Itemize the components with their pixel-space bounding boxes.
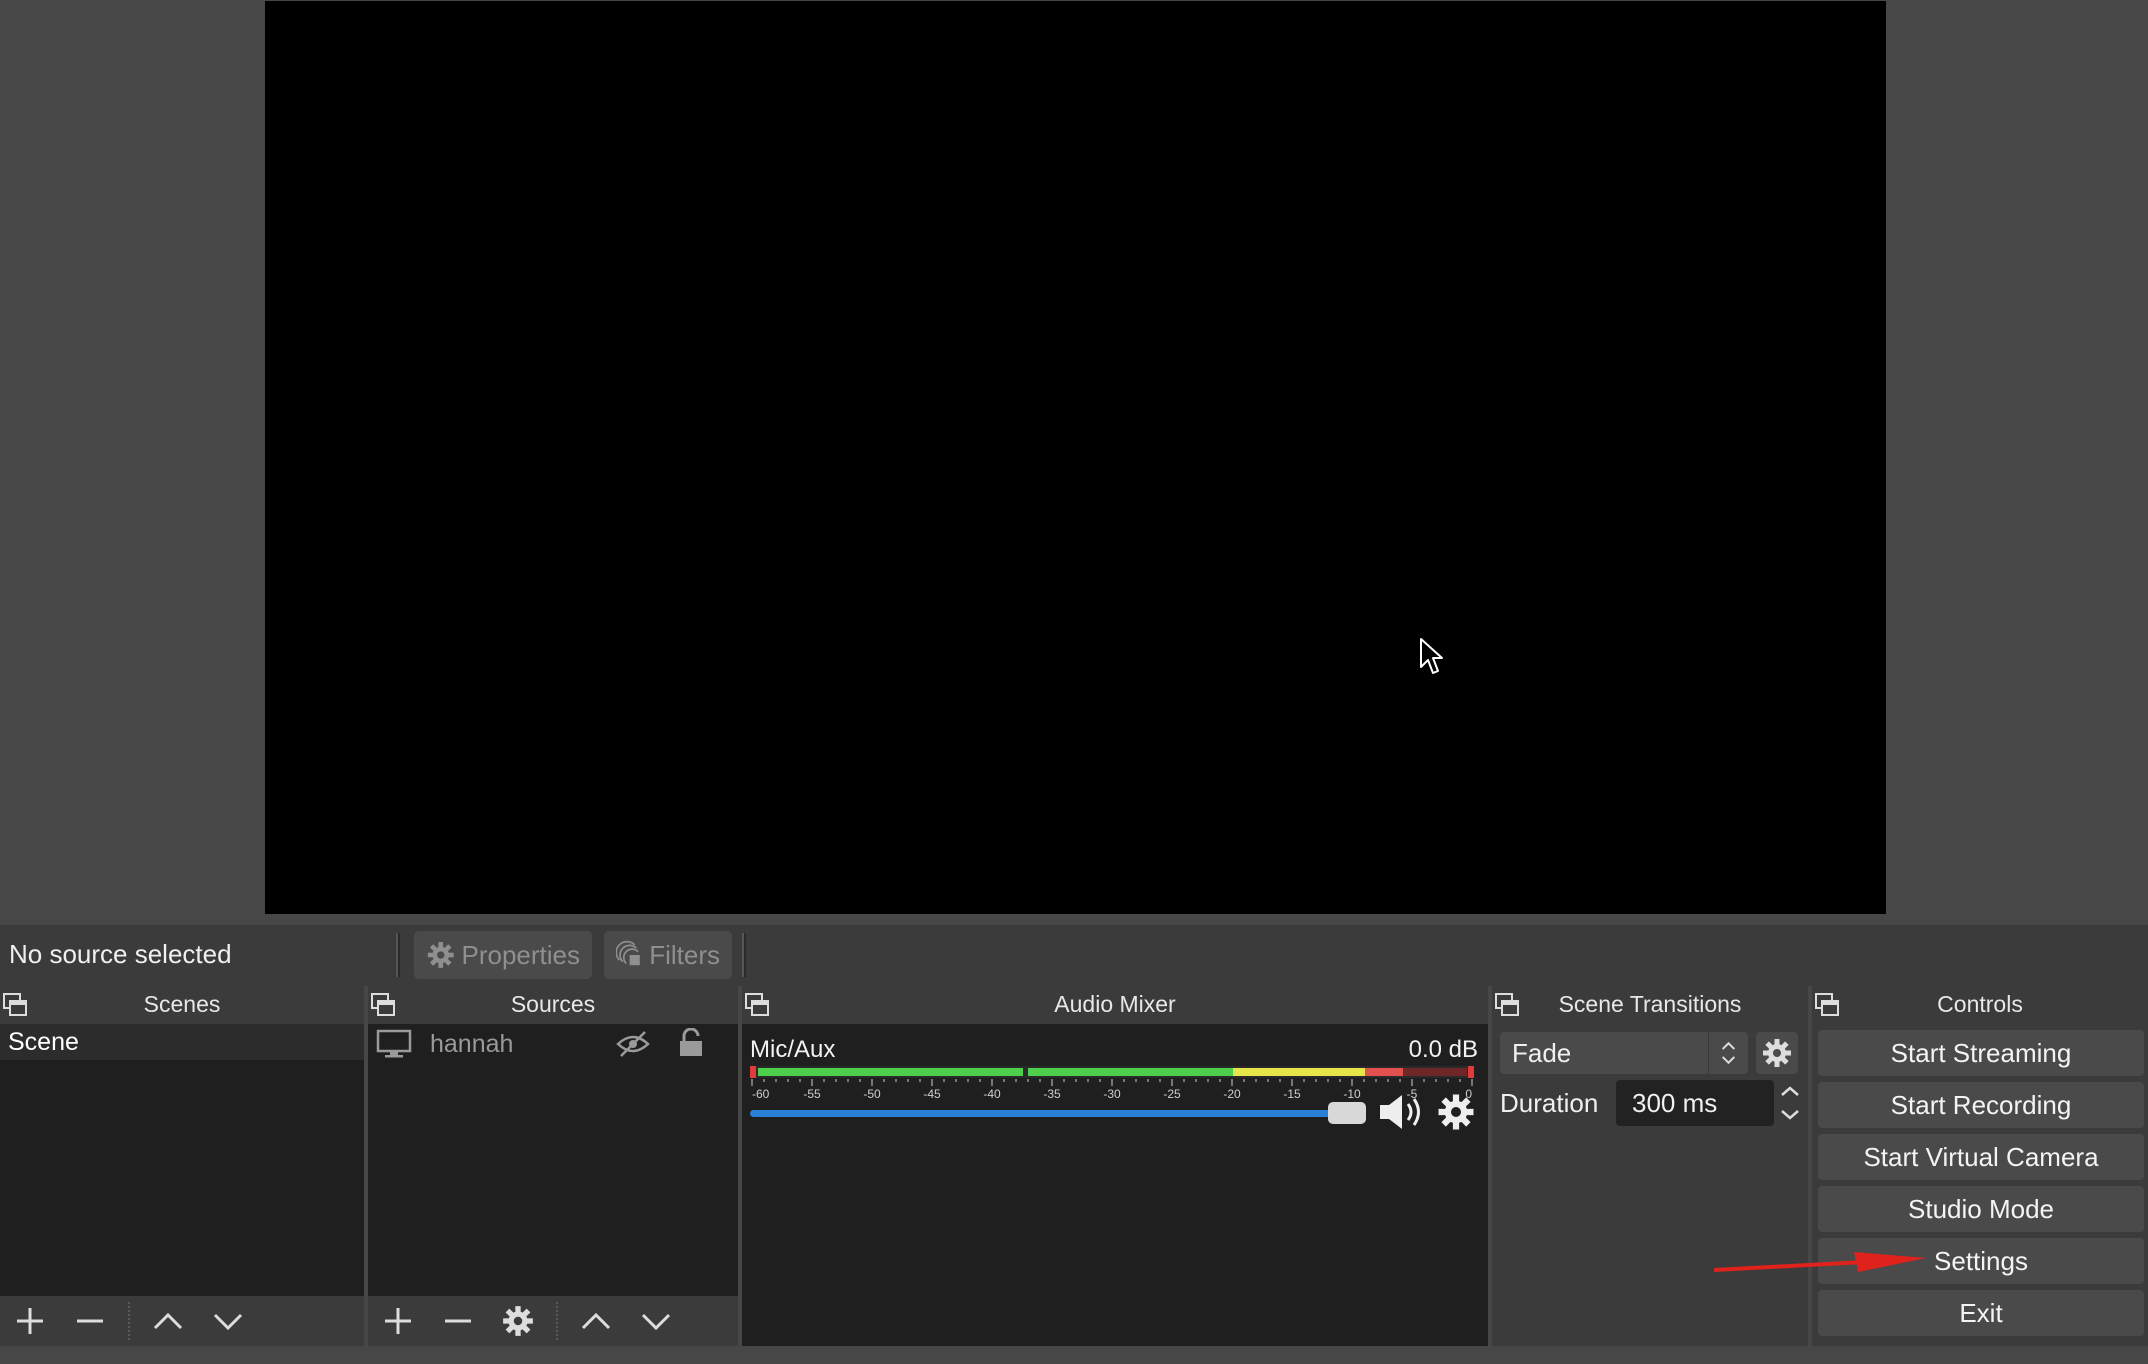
chevron-down-icon — [213, 1313, 243, 1331]
gear-icon — [503, 1306, 533, 1336]
exit-button[interactable]: Exit — [1818, 1290, 2144, 1336]
remove-scene-button[interactable] — [60, 1296, 120, 1346]
minus-icon — [77, 1319, 103, 1323]
channel-name: Mic/Aux — [750, 1036, 836, 1063]
transition-properties-button[interactable] — [1756, 1032, 1798, 1074]
sources-dock-title: Sources — [510, 990, 596, 1017]
audio-mixer-title: Audio Mixer — [1054, 990, 1176, 1017]
move-source-down-button[interactable] — [626, 1296, 686, 1346]
scenes-toolbar — [0, 1296, 364, 1346]
mouse-cursor-icon — [1420, 638, 1443, 674]
scenes-dock: Scenes Scene — [0, 986, 364, 1346]
no-source-label: No source selected — [9, 939, 232, 969]
add-scene-button[interactable] — [0, 1296, 60, 1346]
audio-mixer-dock: Audio Mixer Mic/Aux 0.0 dB -60 -55 -50 -45 -… — [742, 986, 1488, 1346]
context-bar: No source selected Properties Filters — [0, 925, 2148, 986]
sources-toolbar — [368, 1296, 738, 1346]
minus-icon — [445, 1319, 471, 1323]
meter-scale-label: -15 — [1283, 1087, 1301, 1100]
meter-scale-label: -35 — [1043, 1087, 1061, 1100]
plus-icon — [17, 1308, 43, 1334]
studio-mode-button[interactable]: Studio Mode — [1818, 1186, 2144, 1232]
unlock-icon[interactable] — [678, 1028, 704, 1058]
undock-icon[interactable] — [2, 992, 28, 1018]
filters-button[interactable]: Filters — [604, 931, 732, 979]
separator — [742, 933, 746, 977]
scenes-dock-title: Scenes — [143, 990, 221, 1017]
speaker-icon[interactable] — [1378, 1092, 1428, 1132]
transition-select[interactable]: Fade — [1500, 1032, 1748, 1074]
meter-scale-label: -20 — [1223, 1087, 1241, 1100]
transition-selected: Fade — [1512, 1038, 1572, 1068]
volume-slider[interactable] — [750, 1110, 1342, 1117]
move-scene-up-button[interactable] — [138, 1296, 198, 1346]
controls-title: Controls — [1937, 990, 2023, 1017]
meter-scale-label: -10 — [1343, 1087, 1361, 1100]
visibility-hidden-icon[interactable] — [616, 1030, 650, 1058]
properties-button[interactable]: Properties — [414, 931, 592, 979]
separator — [556, 1302, 558, 1340]
undock-icon[interactable] — [744, 992, 770, 1018]
move-scene-down-button[interactable] — [198, 1296, 258, 1346]
chevron-up-icon — [153, 1312, 183, 1330]
separator — [128, 1302, 130, 1340]
duration-stepper[interactable] — [1774, 1080, 1806, 1126]
filter-icon — [616, 940, 640, 966]
gear-icon[interactable] — [1436, 1092, 1476, 1132]
volume-slider-handle[interactable] — [1328, 1102, 1366, 1124]
source-name: hannah — [430, 1029, 514, 1058]
move-source-up-button[interactable] — [566, 1296, 626, 1346]
sources-dock: Sources hannah — [368, 986, 738, 1346]
plus-icon — [385, 1308, 411, 1334]
remove-source-button[interactable] — [428, 1296, 488, 1346]
add-source-button[interactable] — [368, 1296, 428, 1346]
chevron-down-icon — [641, 1313, 671, 1331]
undock-icon[interactable] — [1814, 992, 1840, 1018]
chevron-up-icon — [581, 1312, 611, 1330]
meter-scale-label: -50 — [863, 1087, 881, 1100]
scene-transitions-dock: Scene Transitions Fade Duration 300 ms — [1492, 986, 1808, 1346]
source-item[interactable]: hannah — [368, 1024, 738, 1064]
scene-item[interactable]: Scene — [0, 1024, 364, 1060]
source-properties-button[interactable] — [488, 1296, 548, 1346]
updown-icon — [1708, 1032, 1736, 1074]
volume-meter: -60 -55 -50 -45 -40 -35 -30 -25 -20 -15 -10 -5 0 — [750, 1066, 1474, 1100]
filters-label: Filters — [649, 939, 720, 970]
duration-label: Duration — [1500, 1088, 1599, 1118]
meter-scale-label: -45 — [923, 1087, 941, 1100]
gear-icon — [427, 942, 454, 968]
meter-scale-label: -25 — [1163, 1087, 1181, 1100]
meter-scale-label: -60 — [752, 1087, 770, 1100]
undock-icon[interactable] — [370, 992, 396, 1018]
separator — [396, 933, 400, 977]
properties-label: Properties — [461, 939, 581, 970]
obs-window: No source selected Properties Filters Sc… — [0, 0, 2148, 1364]
preview-canvas[interactable] — [265, 1, 1886, 914]
annotation-arrow-icon — [1714, 1252, 1926, 1272]
gear-icon — [1763, 1039, 1791, 1067]
undock-icon[interactable] — [1494, 992, 1520, 1018]
channel-level: 0.0 dB — [1408, 1036, 1478, 1063]
monitor-icon — [376, 1029, 412, 1058]
meter-scale-label: -55 — [803, 1087, 821, 1100]
controls-dock: Controls Start Streaming Start Recording… — [1812, 986, 2148, 1346]
start-streaming-button[interactable]: Start Streaming — [1818, 1030, 2144, 1076]
start-recording-button[interactable]: Start Recording — [1818, 1082, 2144, 1128]
start-virtual-camera-button[interactable]: Start Virtual Camera — [1818, 1134, 2144, 1180]
meter-scale-label: -40 — [983, 1087, 1001, 1100]
meter-scale-label: -30 — [1103, 1087, 1121, 1100]
scene-transitions-title: Scene Transitions — [1558, 990, 1742, 1017]
duration-input[interactable]: 300 ms — [1616, 1080, 1774, 1126]
